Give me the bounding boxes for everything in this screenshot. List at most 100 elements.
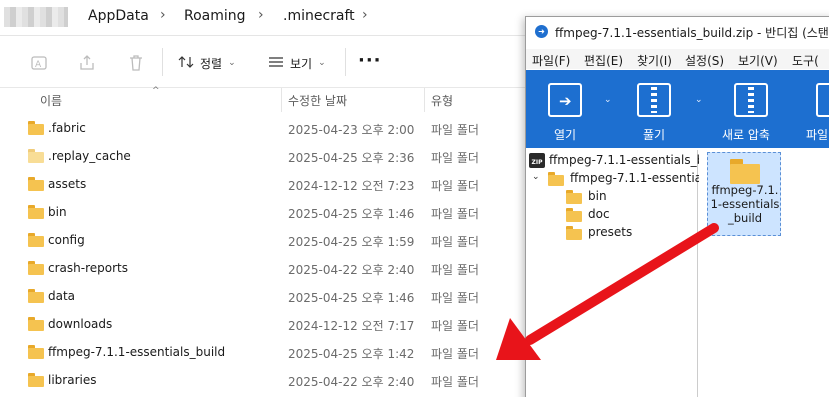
file-name: .fabric bbox=[48, 121, 86, 135]
toolbar-divider bbox=[345, 48, 346, 76]
folder-icon bbox=[28, 289, 44, 303]
file-name: libraries bbox=[48, 373, 97, 387]
selected-folder-label: ffmpeg-7.1.1-essentials_build bbox=[710, 183, 780, 225]
file-modified: 2025-04-25 오후 1:46 bbox=[288, 207, 415, 221]
file-modified: 2025-04-25 오후 1:42 bbox=[288, 347, 415, 361]
folder-icon bbox=[730, 159, 760, 184]
toolbar-divider bbox=[162, 48, 163, 76]
view-icon bbox=[268, 56, 284, 71]
extract-button[interactable]: 풀기 ⌄ bbox=[633, 70, 703, 148]
extract-label: 풀기 bbox=[643, 128, 666, 142]
breadcrumb-appdata[interactable]: AppData bbox=[88, 8, 149, 24]
menu-view[interactable]: 보기(V) bbox=[738, 52, 778, 69]
more-options-button[interactable]: ··· bbox=[358, 50, 382, 71]
sort-button[interactable]: 정렬 ⌄ bbox=[178, 53, 236, 73]
folder-icon bbox=[548, 172, 564, 186]
chevron-right-icon: › bbox=[362, 7, 368, 23]
file-type: 파일 폴더 bbox=[431, 375, 479, 389]
column-header-modified[interactable]: 수정한 날짜 bbox=[288, 92, 347, 109]
folder-icon bbox=[28, 121, 44, 135]
folder-icon bbox=[28, 261, 44, 275]
open-label: 열기 bbox=[554, 128, 577, 142]
file-name: data bbox=[48, 289, 76, 303]
chevron-right-icon: › bbox=[160, 7, 166, 23]
folder-icon bbox=[28, 177, 44, 191]
file-type: 파일 폴더 bbox=[431, 123, 479, 137]
file-name: ffmpeg-7.1.1-essentials_build bbox=[48, 345, 226, 359]
view-label: 보기 bbox=[290, 56, 313, 71]
chevron-down-icon: ⌄ bbox=[318, 58, 326, 68]
delete-icon[interactable] bbox=[127, 54, 145, 72]
chevron-down-icon[interactable]: ⌄ bbox=[695, 95, 703, 105]
blurred-path-segment bbox=[4, 7, 68, 27]
breadcrumb-roaming[interactable]: Roaming bbox=[184, 8, 246, 24]
file-type: 파일 폴더 bbox=[431, 291, 479, 305]
new-archive-button[interactable]: 새로 압축 bbox=[722, 70, 792, 148]
menu-edit[interactable]: 편집(E) bbox=[584, 52, 623, 69]
folder-icon bbox=[28, 205, 44, 219]
bandizip-window: ➜ ffmpeg-7.1.1-essentials_build.zip - 반디… bbox=[525, 16, 829, 397]
archive-file-view: ffmpeg-7.1.1-essentials_build bbox=[699, 150, 829, 397]
file-name: downloads bbox=[48, 317, 113, 331]
column-header-type[interactable]: 유형 bbox=[431, 92, 453, 109]
chevron-down-icon: ⌄ bbox=[228, 58, 236, 68]
open-button[interactable]: ➔ 열기 ⌄ bbox=[544, 70, 612, 148]
file-label: 파일 bbox=[806, 128, 829, 142]
svg-text:A: A bbox=[35, 60, 42, 70]
view-button[interactable]: 보기 ⌄ bbox=[268, 53, 326, 73]
ribbon-toolbar: ➔ 열기 ⌄ 풀기 ⌄ 새로 압축 파일 bbox=[526, 70, 829, 148]
sort-ascending-icon: ^ bbox=[152, 86, 160, 96]
file-type: 파일 폴더 bbox=[431, 151, 479, 165]
title-bar[interactable]: ➜ ffmpeg-7.1.1-essentials_build.zip - 반디… bbox=[526, 17, 829, 47]
file-modified: 2025-04-23 오후 2:00 bbox=[288, 123, 415, 137]
file-modified: 2024-12-12 오전 7:23 bbox=[288, 179, 415, 193]
folder-icon bbox=[566, 226, 582, 240]
folder-icon bbox=[28, 233, 44, 247]
breadcrumb-minecraft[interactable]: .minecraft bbox=[283, 8, 355, 24]
column-header-name[interactable]: 이름 bbox=[40, 92, 62, 109]
add-file-icon bbox=[816, 83, 829, 117]
tree-archive-label: ffmpeg-7.1.1-essentials_bui bbox=[549, 153, 716, 167]
column-divider[interactable] bbox=[424, 88, 425, 112]
column-divider[interactable] bbox=[281, 88, 282, 112]
tree-root-folder[interactable]: ⌄ ffmpeg-7.1.1-essentials_ bbox=[532, 170, 718, 188]
file-type: 파일 폴더 bbox=[431, 319, 479, 333]
sort-label: 정렬 bbox=[200, 56, 223, 71]
menu-tools[interactable]: 도구( bbox=[792, 52, 819, 69]
file-name: bin bbox=[48, 205, 67, 219]
open-archive-icon: ➔ bbox=[548, 83, 582, 117]
file-modified: 2025-04-25 오후 1:59 bbox=[288, 235, 415, 249]
zip-file-icon: ZIP bbox=[529, 153, 545, 168]
tree-folder-bin[interactable]: bin bbox=[566, 188, 686, 206]
tree-folder-label: doc bbox=[588, 207, 610, 221]
sort-icon bbox=[178, 55, 194, 72]
new-archive-label: 새로 압축 bbox=[722, 128, 770, 142]
file-type: 파일 폴더 bbox=[431, 235, 479, 249]
folder-icon bbox=[28, 373, 44, 387]
tree-archive-root[interactable]: ZIP ffmpeg-7.1.1-essentials_bui bbox=[529, 152, 715, 170]
file-name: config bbox=[48, 233, 85, 247]
chevron-down-icon[interactable]: ⌄ bbox=[604, 95, 612, 105]
file-button[interactable]: 파일 bbox=[806, 70, 829, 148]
rename-icon[interactable]: A bbox=[30, 54, 48, 72]
menu-settings[interactable]: 설정(S) bbox=[685, 52, 724, 69]
folder-icon bbox=[566, 190, 582, 204]
share-icon[interactable] bbox=[78, 54, 96, 72]
tree-root-folder-label: ffmpeg-7.1.1-essentials_ bbox=[570, 171, 718, 185]
tree-folder-presets[interactable]: presets bbox=[566, 224, 686, 242]
file-name: .replay_cache bbox=[48, 149, 131, 163]
selected-folder-item[interactable]: ffmpeg-7.1.1-essentials_build bbox=[707, 152, 781, 236]
expand-caret-icon[interactable]: ⌄ bbox=[532, 172, 540, 182]
menu-find[interactable]: 찾기(I) bbox=[637, 52, 672, 69]
menu-bar: 파일(F) 편집(E) 찾기(I) 설정(S) 보기(V) 도구( bbox=[526, 49, 829, 69]
tree-folder-doc[interactable]: doc bbox=[566, 206, 686, 224]
archive-tree: ZIP ffmpeg-7.1.1-essentials_bui ⌄ ffmpeg… bbox=[526, 150, 718, 397]
file-name: crash-reports bbox=[48, 261, 128, 275]
file-modified: 2025-04-25 오후 1:46 bbox=[288, 291, 415, 305]
window-title: ffmpeg-7.1.1-essentials_build.zip - 반디집 … bbox=[555, 26, 829, 40]
new-archive-icon bbox=[734, 83, 768, 117]
tree-folder-label: presets bbox=[588, 225, 633, 239]
extract-zip-icon bbox=[637, 83, 671, 117]
menu-file[interactable]: 파일(F) bbox=[532, 52, 570, 69]
file-type: 파일 폴더 bbox=[431, 207, 479, 221]
